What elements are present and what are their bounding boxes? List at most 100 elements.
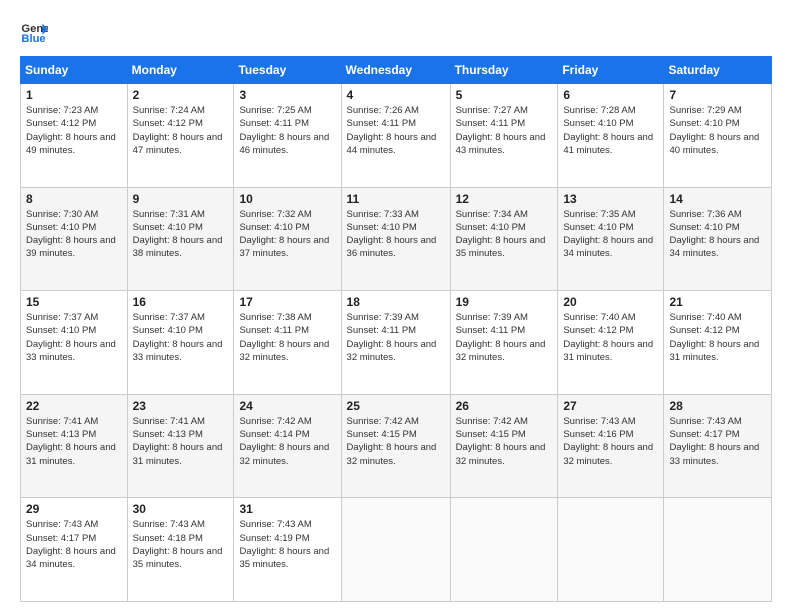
week-row-5: 29Sunrise: 7:43 AMSunset: 4:17 PMDayligh…: [21, 498, 772, 602]
day-number: 19: [456, 295, 553, 309]
calendar-cell: 9 Sunrise: 7:31 AMSunset: 4:10 PMDaylight…: [127, 187, 234, 291]
day-number: 21: [669, 295, 766, 309]
day-number: 23: [133, 399, 229, 413]
week-row-2: 8 Sunrise: 7:30 AMSunset: 4:10 PMDaylight…: [21, 187, 772, 291]
weekday-header-tuesday: Tuesday: [234, 57, 341, 84]
week-row-3: 15 Sunrise: 7:37 AMSunset: 4:10 PMDayligh…: [21, 291, 772, 395]
calendar-cell: 30 Sunrise: 7:43 AMSunset: 4:18 PMDayligh…: [127, 498, 234, 602]
calendar-cell: [664, 498, 772, 602]
svg-text:Blue: Blue: [21, 33, 45, 45]
day-number: 2: [133, 88, 229, 102]
day-info: Sunrise: 7:41 AMSunset: 4:13 PMDaylight:…: [26, 415, 122, 468]
weekday-header-thursday: Thursday: [450, 57, 558, 84]
weekday-header-monday: Monday: [127, 57, 234, 84]
day-info: Sunrise: 7:32 AMSunset: 4:10 PMDaylight:…: [239, 208, 335, 261]
day-info: Sunrise: 7:38 AMSunset: 4:11 PMDaylight:…: [239, 311, 335, 364]
day-number: 1: [26, 88, 122, 102]
day-info: Sunrise: 7:43 AMSunset: 4:18 PMDaylight:…: [133, 518, 229, 571]
day-number: 4: [347, 88, 445, 102]
day-info: Sunrise: 7:34 AMSunset: 4:10 PMDaylight:…: [456, 208, 553, 261]
calendar-table: SundayMondayTuesdayWednesdayThursdayFrid…: [20, 56, 772, 602]
calendar-cell: 27 Sunrise: 7:43 AMSunset: 4:16 PMDayligh…: [558, 394, 664, 498]
day-number: 20: [563, 295, 658, 309]
day-info: Sunrise: 7:40 AMSunset: 4:12 PMDaylight:…: [563, 311, 658, 364]
calendar-cell: 31 Sunrise: 7:43 AMSunset: 4:19 PMDayligh…: [234, 498, 341, 602]
day-info: Sunrise: 7:29 AMSunset: 4:10 PMDaylight:…: [669, 104, 766, 157]
day-number: 8: [26, 192, 122, 206]
weekday-header-wednesday: Wednesday: [341, 57, 450, 84]
day-number: 18: [347, 295, 445, 309]
calendar-cell: 1 Sunrise: 7:23 AMSunset: 4:12 PMDaylight…: [21, 84, 128, 188]
day-info: Sunrise: 7:28 AMSunset: 4:10 PMDaylight:…: [563, 104, 658, 157]
day-number: 3: [239, 88, 335, 102]
day-info: Sunrise: 7:42 AMSunset: 4:14 PMDaylight:…: [239, 415, 335, 468]
day-number: 5: [456, 88, 553, 102]
day-number: 30: [133, 502, 229, 516]
day-number: 6: [563, 88, 658, 102]
calendar-cell: 11 Sunrise: 7:33 AMSunset: 4:10 PMDayligh…: [341, 187, 450, 291]
day-info: Sunrise: 7:42 AMSunset: 4:15 PMDaylight:…: [347, 415, 445, 468]
day-info: Sunrise: 7:25 AMSunset: 4:11 PMDaylight:…: [239, 104, 335, 157]
day-number: 28: [669, 399, 766, 413]
calendar-cell: 26Sunrise: 7:42 AMSunset: 4:15 PMDayligh…: [450, 394, 558, 498]
day-number: 9: [133, 192, 229, 206]
weekday-header-row: SundayMondayTuesdayWednesdayThursdayFrid…: [21, 57, 772, 84]
calendar-cell: 22 Sunrise: 7:41 AMSunset: 4:13 PMDayligh…: [21, 394, 128, 498]
calendar-cell: 25Sunrise: 7:42 AMSunset: 4:15 PMDayligh…: [341, 394, 450, 498]
calendar-cell: 2 Sunrise: 7:24 AMSunset: 4:12 PMDaylight…: [127, 84, 234, 188]
day-info: Sunrise: 7:43 AMSunset: 4:17 PMDaylight:…: [26, 518, 122, 571]
header: General Blue: [20, 18, 772, 46]
calendar-cell: 12 Sunrise: 7:34 AMSunset: 4:10 PMDayligh…: [450, 187, 558, 291]
day-info: Sunrise: 7:43 AMSunset: 4:16 PMDaylight:…: [563, 415, 658, 468]
calendar-cell: 6 Sunrise: 7:28 AMSunset: 4:10 PMDaylight…: [558, 84, 664, 188]
day-info: Sunrise: 7:41 AMSunset: 4:13 PMDaylight:…: [133, 415, 229, 468]
weekday-header-friday: Friday: [558, 57, 664, 84]
calendar-cell: 10Sunrise: 7:32 AMSunset: 4:10 PMDayligh…: [234, 187, 341, 291]
day-number: 27: [563, 399, 658, 413]
day-number: 15: [26, 295, 122, 309]
day-info: Sunrise: 7:37 AMSunset: 4:10 PMDaylight:…: [133, 311, 229, 364]
day-info: Sunrise: 7:37 AMSunset: 4:10 PMDaylight:…: [26, 311, 122, 364]
day-number: 24: [239, 399, 335, 413]
day-info: Sunrise: 7:40 AMSunset: 4:12 PMDaylight:…: [669, 311, 766, 364]
day-number: 26: [456, 399, 553, 413]
page: General Blue SundayMondayTuesdayWednesda…: [0, 0, 792, 612]
logo-icon: General Blue: [20, 18, 48, 46]
day-info: Sunrise: 7:31 AMSunset: 4:10 PMDaylight:…: [133, 208, 229, 261]
calendar-cell: 14Sunrise: 7:36 AMSunset: 4:10 PMDayligh…: [664, 187, 772, 291]
day-number: 12: [456, 192, 553, 206]
calendar-cell: 16Sunrise: 7:37 AMSunset: 4:10 PMDayligh…: [127, 291, 234, 395]
calendar-cell: 3 Sunrise: 7:25 AMSunset: 4:11 PMDaylight…: [234, 84, 341, 188]
day-info: Sunrise: 7:23 AMSunset: 4:12 PMDaylight:…: [26, 104, 122, 157]
calendar-cell: 15 Sunrise: 7:37 AMSunset: 4:10 PMDayligh…: [21, 291, 128, 395]
logo: General Blue: [20, 18, 52, 46]
calendar-cell: 13Sunrise: 7:35 AMSunset: 4:10 PMDayligh…: [558, 187, 664, 291]
calendar-cell: 28 Sunrise: 7:43 AMSunset: 4:17 PMDayligh…: [664, 394, 772, 498]
day-number: 31: [239, 502, 335, 516]
calendar-cell: [341, 498, 450, 602]
weekday-header-sunday: Sunday: [21, 57, 128, 84]
calendar-cell: 17 Sunrise: 7:38 AMSunset: 4:11 PMDayligh…: [234, 291, 341, 395]
day-info: Sunrise: 7:30 AMSunset: 4:10 PMDaylight:…: [26, 208, 122, 261]
calendar-cell: 5 Sunrise: 7:27 AMSunset: 4:11 PMDaylight…: [450, 84, 558, 188]
calendar-cell: 19 Sunrise: 7:39 AMSunset: 4:11 PMDayligh…: [450, 291, 558, 395]
calendar-cell: 18 Sunrise: 7:39 AMSunset: 4:11 PMDayligh…: [341, 291, 450, 395]
calendar-cell: 4Sunrise: 7:26 AMSunset: 4:11 PMDaylight…: [341, 84, 450, 188]
day-info: Sunrise: 7:36 AMSunset: 4:10 PMDaylight:…: [669, 208, 766, 261]
day-info: Sunrise: 7:27 AMSunset: 4:11 PMDaylight:…: [456, 104, 553, 157]
day-info: Sunrise: 7:39 AMSunset: 4:11 PMDaylight:…: [347, 311, 445, 364]
day-info: Sunrise: 7:24 AMSunset: 4:12 PMDaylight:…: [133, 104, 229, 157]
day-number: 7: [669, 88, 766, 102]
day-info: Sunrise: 7:43 AMSunset: 4:17 PMDaylight:…: [669, 415, 766, 468]
calendar-cell: 23 Sunrise: 7:41 AMSunset: 4:13 PMDayligh…: [127, 394, 234, 498]
day-number: 11: [347, 192, 445, 206]
calendar-cell: 21 Sunrise: 7:40 AMSunset: 4:12 PMDayligh…: [664, 291, 772, 395]
day-number: 17: [239, 295, 335, 309]
day-info: Sunrise: 7:33 AMSunset: 4:10 PMDaylight:…: [347, 208, 445, 261]
weekday-header-saturday: Saturday: [664, 57, 772, 84]
day-number: 22: [26, 399, 122, 413]
day-info: Sunrise: 7:43 AMSunset: 4:19 PMDaylight:…: [239, 518, 335, 571]
calendar-cell: 24 Sunrise: 7:42 AMSunset: 4:14 PMDayligh…: [234, 394, 341, 498]
day-info: Sunrise: 7:39 AMSunset: 4:11 PMDaylight:…: [456, 311, 553, 364]
day-info: Sunrise: 7:35 AMSunset: 4:10 PMDaylight:…: [563, 208, 658, 261]
